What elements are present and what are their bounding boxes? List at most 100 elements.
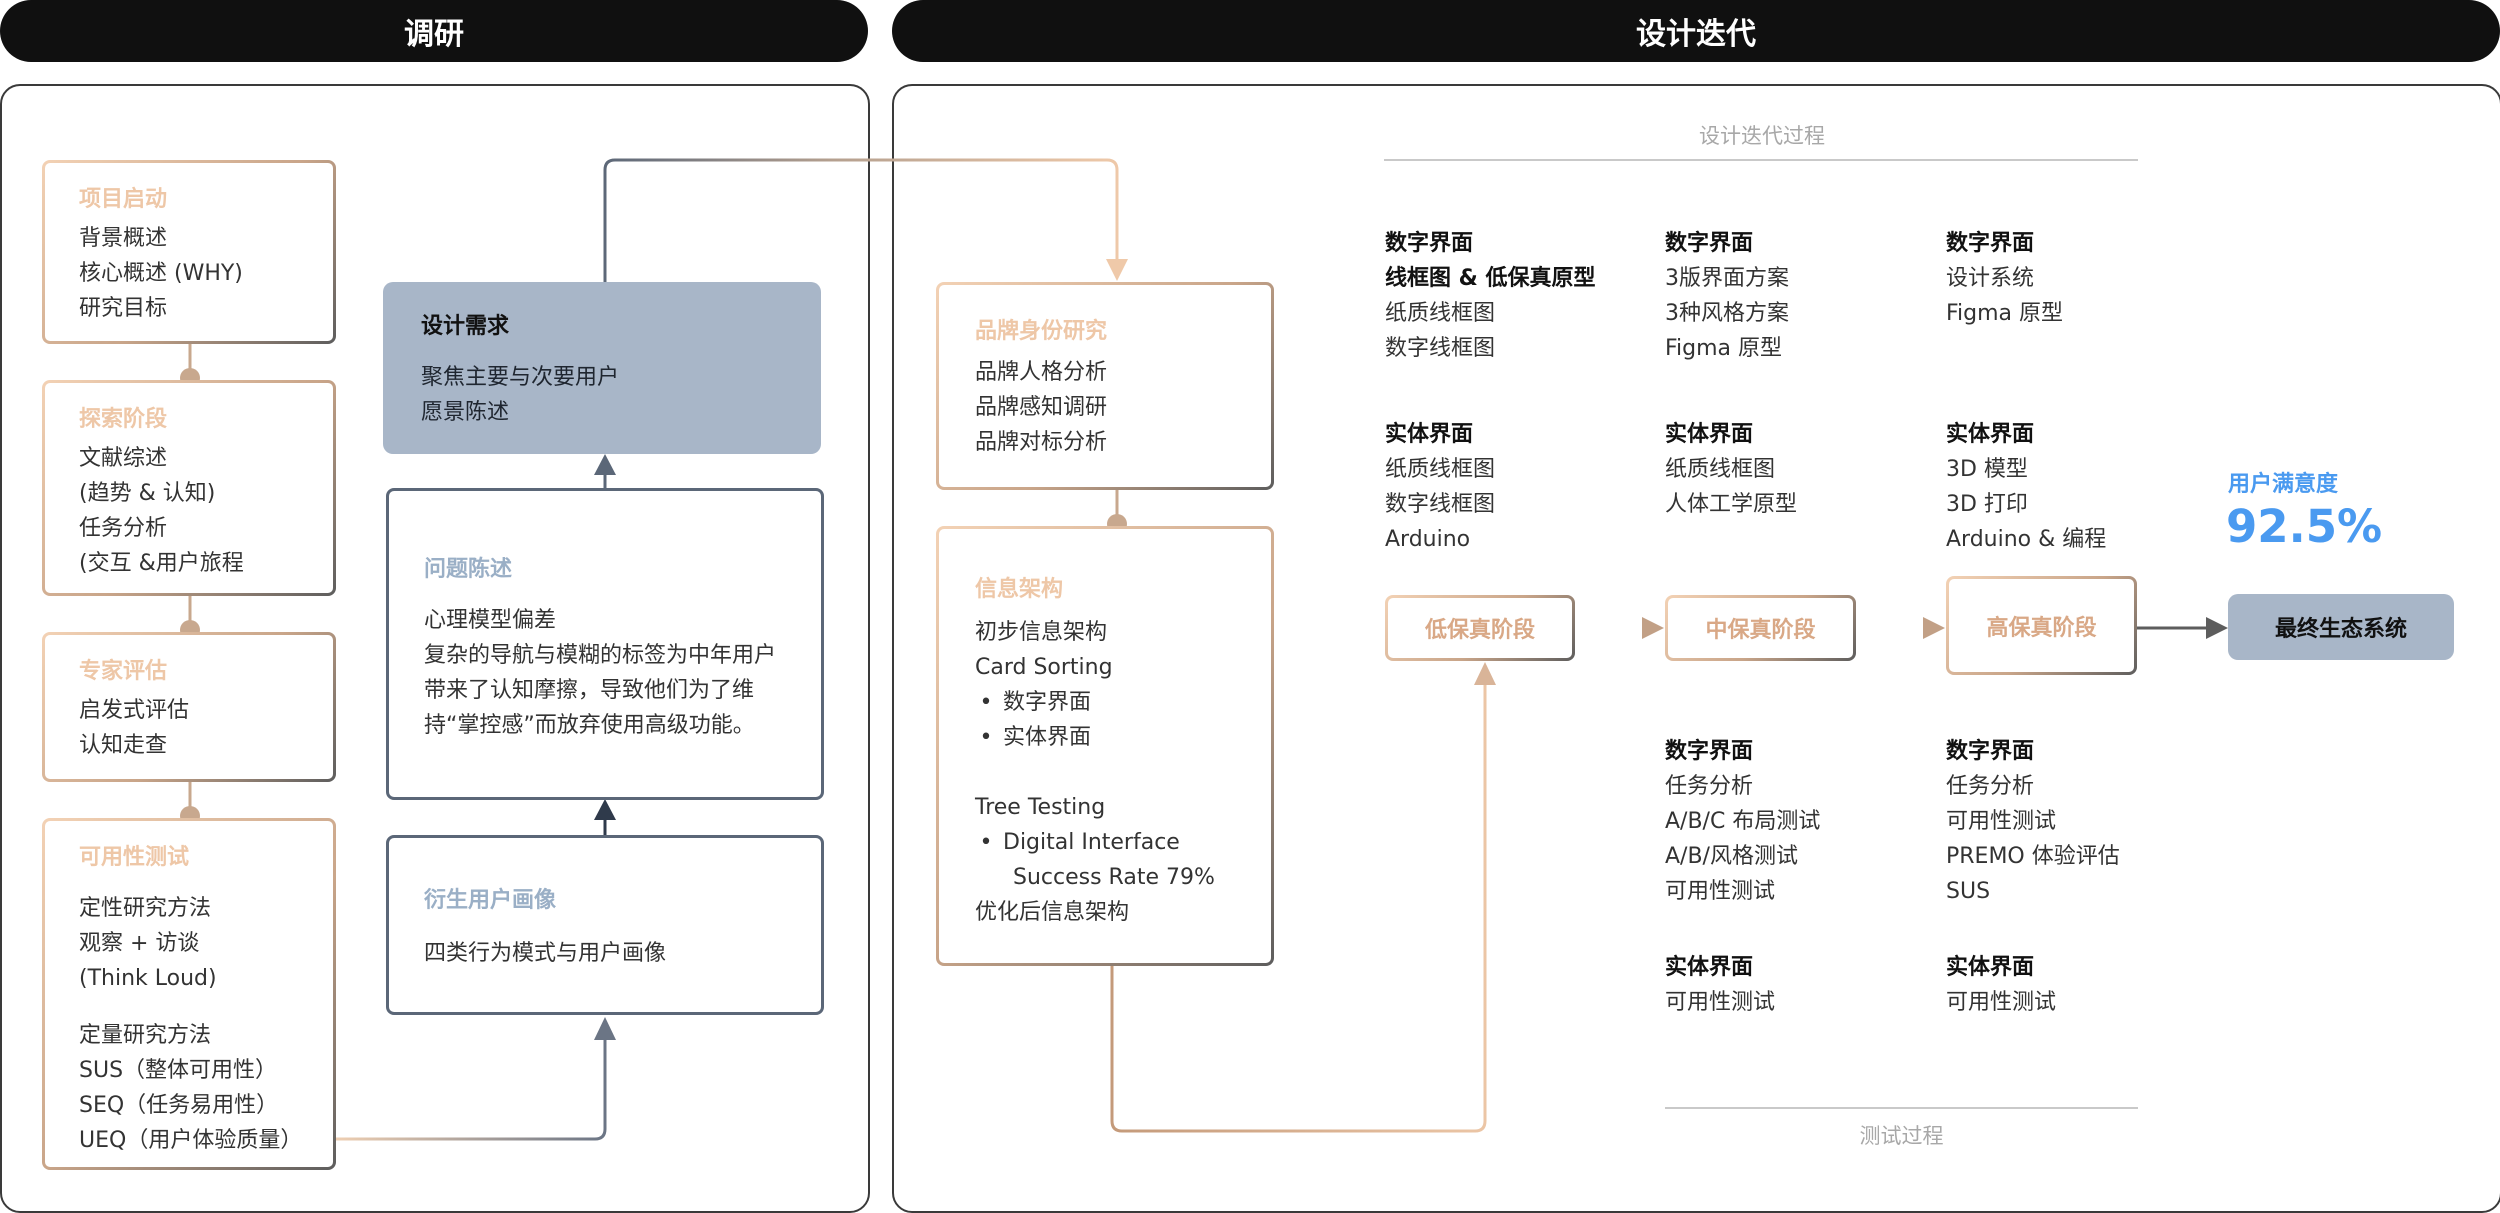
low-physical-line: Arduino [1385,527,1471,552]
test-high-physical-block: 实体界面 可用性测试 [1946,950,2056,1020]
mid-digital-line: 3版界面方案 [1665,266,1789,291]
test-high-physical-line: 可用性测试 [1946,990,2057,1015]
test-high-digital-line: PREMO 体验评估 [1946,844,2120,869]
test-mid-physical-line: 可用性测试 [1665,990,1776,1015]
mid-digital-line: 3种风格方案 [1665,301,1789,326]
test-mid-digital-line: 可用性测试 [1665,879,1776,904]
low-digital-line: 纸质线框图 [1385,301,1496,326]
usability-line: 定性研究方法 [79,896,212,921]
usability-line: SUS（整体可用性） [79,1058,278,1083]
low-digital-head: 数字界面 [1385,231,1474,256]
test-mid-physical-head: 实体界面 [1665,955,1754,980]
test-mid-digital-head: 数字界面 [1665,739,1754,764]
test-high-digital-head: 数字界面 [1946,739,2035,764]
ia-bullet: Digital Interface [975,825,1215,860]
process-caption: 设计迭代过程 [1699,124,1825,148]
usability-line: SEQ（任务易用性） [79,1093,279,1118]
kickoff-line: 核心概述 (WHY) [79,261,243,286]
high-digital-block: 数字界面 设计系统 Figma 原型 [1946,226,2063,331]
explore-line: (趋势 & 认知) [79,481,216,506]
low-physical-line: 数字线框图 [1385,492,1496,517]
mid-physical-line: 人体工学原型 [1665,492,1798,517]
high-digital-line: Figma 原型 [1946,301,2064,326]
requirements-line: 聚焦主要与次要用户 [421,365,620,390]
expert-lines: 启发式评估 认知走查 [79,693,189,763]
persona-title: 衍生用户画像 [424,888,557,913]
brand-line: 品牌对标分析 [975,430,1108,455]
ia-line: 优化后信息架构 [975,900,1130,925]
satisfaction-value: 92.5% [2226,500,2383,553]
test-rule [1665,1107,2138,1109]
brand-lines: 品牌人格分析 品牌感知调研 品牌对标分析 [975,355,1107,460]
test-caption: 测试过程 [1859,1124,1944,1148]
low-digital-subhead: 线框图 & 低保真原型 [1385,266,1596,291]
ia-line: Card Sorting [975,655,1113,680]
test-mid-digital-line: A/B/风格测试 [1665,844,1798,869]
research-header: 调研 [0,0,868,62]
usability-lines: 定性研究方法 观察 + 访谈 (Think Loud) 定量研究方法 SUS（整… [79,891,302,1158]
explore-title: 探索阶段 [79,407,168,432]
mid-physical-line: 纸质线框图 [1665,457,1776,482]
usability-box: 可用性测试 定性研究方法 观察 + 访谈 (Think Loud) 定量研究方法… [42,818,336,1170]
expert-title: 专家评估 [79,659,168,684]
problem-line: 持“掌控感”而放弃使用高级功能。 [424,713,755,738]
high-digital-head: 数字界面 [1946,231,2035,256]
low-fi-stage: 低保真阶段 [1385,595,1575,661]
kickoff-box: 项目启动 背景概述 核心概述 (WHY) 研究目标 [42,160,336,344]
design-header: 设计迭代 [892,0,2500,62]
test-high-digital-line: SUS [1946,879,1991,904]
usability-line: 观察 + 访谈 [79,931,200,956]
test-mid-physical-block: 实体界面 可用性测试 [1665,950,1775,1020]
mid-digital-head: 数字界面 [1665,231,1754,256]
mid-fi-stage: 中保真阶段 [1665,595,1856,661]
kickoff-lines: 背景概述 核心概述 (WHY) 研究目标 [79,221,243,326]
problem-line: 复杂的导航与模糊的标签为中年用户 [424,643,777,668]
ia-bullet: 数字界面 [975,685,1215,720]
usability-line: (Think Loud) [79,966,217,991]
persona-box: 衍生用户画像 四类行为模式与用户画像 [386,835,824,1015]
usability-line: 定量研究方法 [79,1023,212,1048]
low-physical-head: 实体界面 [1385,422,1474,447]
high-physical-block: 实体界面 3D 模型 3D 打印 Arduino & 编程 [1946,417,2106,557]
ia-line: 初步信息架构 [975,620,1108,645]
ia-title: 信息架构 [975,577,1064,602]
problem-lines: 心理模型偏差 复杂的导航与模糊的标签为中年用户 带来了认知摩擦，导致他们为了维 … [424,603,776,743]
persona-lines: 四类行为模式与用户画像 [424,936,666,971]
ia-blank [975,755,1215,790]
test-high-physical-head: 实体界面 [1946,955,2035,980]
ia-bullet-continuation: Success Rate 79% [1013,865,1215,890]
usability-title: 可用性测试 [79,845,190,870]
high-digital-line: 设计系统 [1946,266,2035,291]
mid-physical-head: 实体界面 [1665,422,1754,447]
kickoff-title: 项目启动 [79,187,168,212]
persona-line: 四类行为模式与用户画像 [424,941,667,966]
high-physical-head: 实体界面 [1946,422,2035,447]
ia-lines: 初步信息架构 Card Sorting 数字界面 实体界面 Tree Testi… [975,615,1215,930]
problem-line: 心理模型偏差 [424,608,557,633]
test-mid-digital-block: 数字界面 任务分析 A/B/C 布局测试 A/B/风格测试 可用性测试 [1665,734,1820,909]
satisfaction-label: 用户满意度 [2228,472,2339,497]
kickoff-line: 背景概述 [79,226,168,251]
explore-lines: 文献综述 (趋势 & 认知) 任务分析 (交互 &用户旅程 [79,441,244,581]
problem-box: 问题陈述 心理模型偏差 复杂的导航与模糊的标签为中年用户 带来了认知摩擦，导致他… [386,488,824,800]
brand-title: 品牌身份研究 [975,319,1108,344]
brand-line: 品牌人格分析 [975,360,1108,385]
ia-bullet: 实体界面 [975,720,1215,755]
problem-title: 问题陈述 [424,557,513,582]
high-physical-line: 3D 模型 [1946,457,2028,482]
usability-line: UEQ（用户体验质量） [79,1128,303,1153]
requirements-title: 设计需求 [421,314,510,339]
requirements-lines: 聚焦主要与次要用户 愿景陈述 [421,360,619,430]
explore-line: 文献综述 [79,446,168,471]
problem-line: 带来了认知摩擦，导致他们为了维 [424,678,755,703]
explore-box: 探索阶段 文献综述 (趋势 & 认知) 任务分析 (交互 &用户旅程 [42,380,336,596]
mid-physical-block: 实体界面 纸质线框图 人体工学原型 [1665,417,1797,522]
final-ecosystem-stage: 最终生态系统 [2228,594,2454,660]
process-rule [1384,159,2138,161]
expert-line: 启发式评估 [79,698,190,723]
requirements-box: 设计需求 聚焦主要与次要用户 愿景陈述 [383,282,821,454]
expert-line: 认知走查 [79,733,168,758]
test-mid-digital-line: 任务分析 [1665,774,1754,799]
test-high-digital-line: 可用性测试 [1946,809,2057,834]
explore-line: (交互 &用户旅程 [79,551,244,576]
